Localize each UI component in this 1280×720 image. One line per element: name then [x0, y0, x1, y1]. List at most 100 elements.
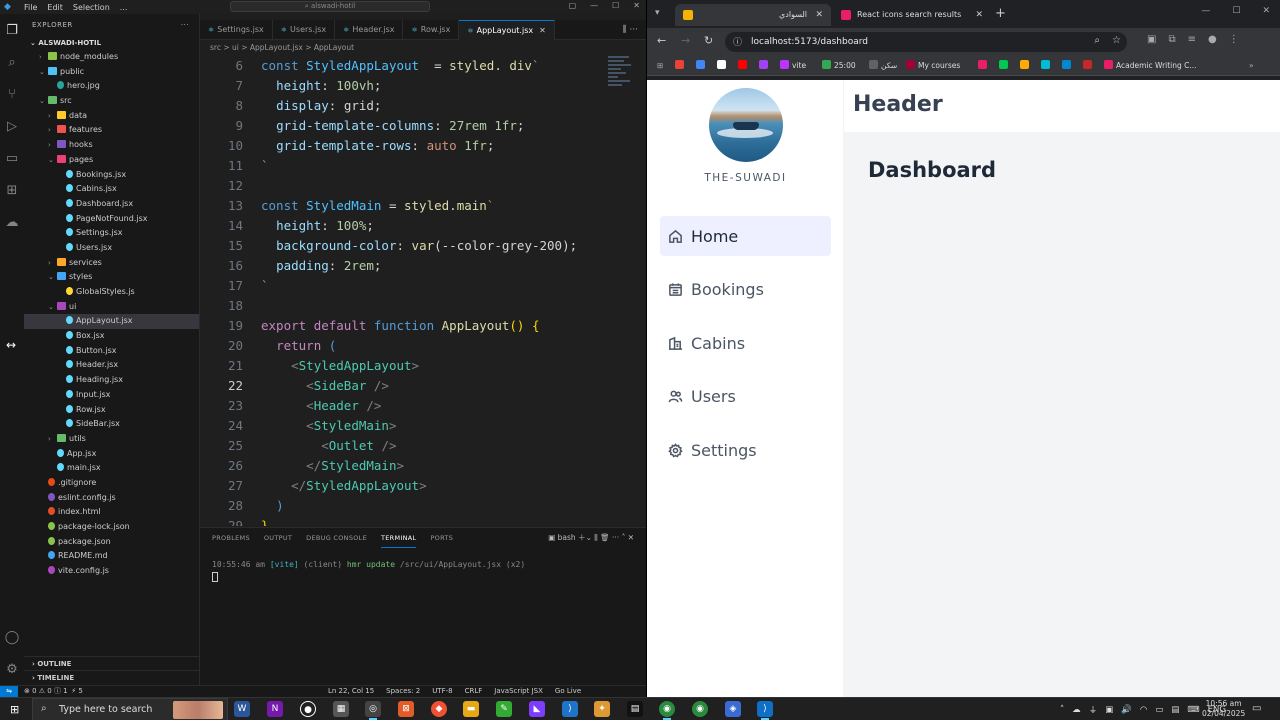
menu-item[interactable]: ... [120, 3, 128, 12]
tree-file[interactable]: main.jsx [24, 461, 199, 476]
bookmark-item[interactable] [717, 60, 729, 72]
translate-icon[interactable]: ▣ [1147, 34, 1156, 45]
cursor-position[interactable]: Ln 22, Col 15 [328, 686, 374, 697]
tray-chevron-icon[interactable]: ˄ [1060, 705, 1064, 715]
address-bar[interactable]: ⓘ localhost:5173/dashboard ⌕ ☆ [725, 32, 1127, 52]
network-icon[interactable]: ▤ [1171, 705, 1179, 715]
minimap[interactable] [608, 56, 634, 96]
tree-folder[interactable]: › hooks [24, 138, 199, 153]
editor-tab[interactable]: ⚛ Header.jsx [335, 20, 404, 40]
profile-avatar-icon[interactable]: ● [1208, 34, 1217, 45]
close-icon[interactable]: ✕ [1262, 6, 1270, 16]
tree-folder[interactable]: ⌄ src [24, 94, 199, 109]
chrome-tab-react-icons[interactable]: React icons search results ✕ [833, 4, 991, 26]
panel-tab[interactable]: DEBUG CONSOLE [306, 528, 367, 548]
terminal-icon[interactable]: ▤ [627, 701, 643, 717]
breadcrumb[interactable]: src > ui > AppLayout.jsx > AppLayout [200, 40, 646, 56]
battery-icon[interactable]: ▭ [1155, 705, 1163, 715]
bookmark-item[interactable] [1083, 60, 1095, 72]
tab-close-icon[interactable]: ✕ [975, 4, 983, 26]
tree-file[interactable]: Users.jsx [24, 241, 199, 256]
tree-file[interactable]: Heading.jsx [24, 373, 199, 388]
tree-folder[interactable]: ⌄ ui [24, 300, 199, 315]
terminal-shell-icon[interactable]: ▣ bash [548, 533, 576, 542]
source-control-icon[interactable]: ⑂ [0, 78, 24, 110]
volume-icon[interactable]: 🔊 [1121, 705, 1132, 715]
bookmark-item[interactable] [759, 60, 771, 72]
tree-file[interactable]: Box.jsx [24, 329, 199, 344]
tree-folder[interactable]: ⌄ styles [24, 270, 199, 285]
new-tab-icon[interactable]: + [995, 4, 1006, 24]
vscode-icon[interactable]: ⟩ [757, 701, 773, 720]
wifi-icon[interactable]: ◠ [1140, 705, 1147, 715]
tree-file[interactable]: Button.jsx [24, 344, 199, 359]
tree-file[interactable]: package.json [24, 535, 199, 550]
vscode-icon-a[interactable]: ⟩ [562, 701, 578, 717]
more-bookmarks-icon[interactable]: » [1249, 60, 1254, 72]
tree-file[interactable]: vite.config.js [24, 564, 199, 579]
timeline-section[interactable]: › TIMELINE [24, 670, 200, 684]
bookmark-star-icon[interactable]: ☆ [1112, 35, 1121, 46]
nav-item-users[interactable]: Users [660, 376, 831, 416]
bookmark-item[interactable]: 25:00 [822, 60, 856, 72]
bookmark-item[interactable] [999, 60, 1011, 72]
account-icon[interactable]: ◯ [0, 621, 24, 653]
forward-icon[interactable]: → [681, 34, 690, 47]
nav-item-settings[interactable]: Settings [660, 430, 831, 470]
panel-tab[interactable]: PROBLEMS [212, 528, 250, 548]
tree-folder[interactable]: ⌄ pages [24, 153, 199, 168]
git-icon[interactable]: ◆ [431, 701, 447, 717]
onedrive-icon[interactable]: ☁ [1072, 705, 1081, 715]
panel-tab[interactable]: OUTPUT [264, 528, 292, 548]
bookmark-item[interactable] [1062, 60, 1074, 72]
notifications-icon[interactable]: ▭ [1252, 703, 1261, 714]
tray-app-icon[interactable]: ▣ [1105, 705, 1113, 715]
editor-tab[interactable]: ⚛ Row.jsx [403, 20, 460, 40]
chrome-tab-active[interactable]: السوادي ✕ [675, 4, 831, 26]
nav-item-bookings[interactable]: Bookings [660, 269, 831, 309]
close-icon[interactable]: ✕ [633, 1, 640, 10]
menu-item[interactable]: File [24, 3, 37, 12]
tree-file[interactable]: App.jsx [24, 447, 199, 462]
tree-file[interactable]: SideBar.jsx [24, 417, 199, 432]
windows-start-icon[interactable]: ⊞ [10, 703, 19, 716]
word-icon[interactable]: W [234, 701, 250, 717]
menu-item[interactable]: Edit [47, 3, 63, 12]
taskview-icon[interactable]: ◎ [365, 701, 381, 720]
tree-file[interactable]: hero.jpg [24, 79, 199, 94]
indentation[interactable]: Spaces: 2 [386, 686, 420, 697]
tree-folder[interactable]: › node_modules [24, 50, 199, 65]
app-icon-green[interactable]: ✎ [496, 701, 512, 717]
manage-gear-icon[interactable]: ⚙ [0, 653, 24, 685]
menu-item[interactable]: Selection [73, 3, 110, 12]
tree-file[interactable]: GlobalStyles.js [24, 285, 199, 300]
extensions-puzzle-icon[interactable]: ⧉ [1168, 34, 1175, 45]
docker-icon[interactable]: ☁ [0, 206, 24, 238]
reload-icon[interactable]: ↻ [704, 34, 713, 47]
editor-actions[interactable]: ⫼ ··· [622, 20, 646, 39]
tree-file[interactable]: Input.jsx [24, 388, 199, 403]
visual-studio-icon[interactable]: ◣ [529, 701, 545, 717]
bookmark-item[interactable]: vite [780, 60, 806, 72]
taskbar-clock[interactable]: 10:56 am 02/04/2025 [1202, 699, 1245, 719]
tree-file[interactable]: Dashboard.jsx [24, 197, 199, 212]
tree-file[interactable]: Cabins.jsx [24, 182, 199, 197]
tree-folder[interactable]: ⌄ public [24, 65, 199, 80]
chrome-icon[interactable]: ◉ [659, 701, 675, 720]
tree-file[interactable]: PageNotFound.jsx [24, 212, 199, 227]
calculator-icon[interactable]: ▦ [333, 701, 349, 717]
media-icon[interactable]: ≡ [1188, 34, 1196, 45]
tree-file[interactable]: Header.jsx [24, 358, 199, 373]
bookmark-item[interactable]: سكن [869, 60, 897, 72]
minimize-icon[interactable]: — [590, 1, 598, 10]
code-editor[interactable]: 6 const StyledAppLayout = styled. div` 7 h… [200, 56, 646, 526]
go-live-button[interactable]: Go Live [555, 686, 581, 697]
app-icon-blue[interactable]: ◈ [725, 701, 741, 717]
tree-folder[interactable]: › features [24, 123, 199, 138]
search-icon[interactable]: ⌕ [0, 46, 24, 78]
problems-status[interactable]: ⊗ 0 ⚠ 0 ⓘ 1 ⚡ 5 [24, 686, 83, 697]
tree-file[interactable]: .gitignore [24, 476, 199, 491]
panel-tab[interactable]: TERMINAL [381, 528, 417, 548]
root-folder[interactable]: ⌄ ALSWADI-HOTIL [24, 36, 199, 50]
nav-item-home[interactable]: Home [660, 216, 831, 256]
